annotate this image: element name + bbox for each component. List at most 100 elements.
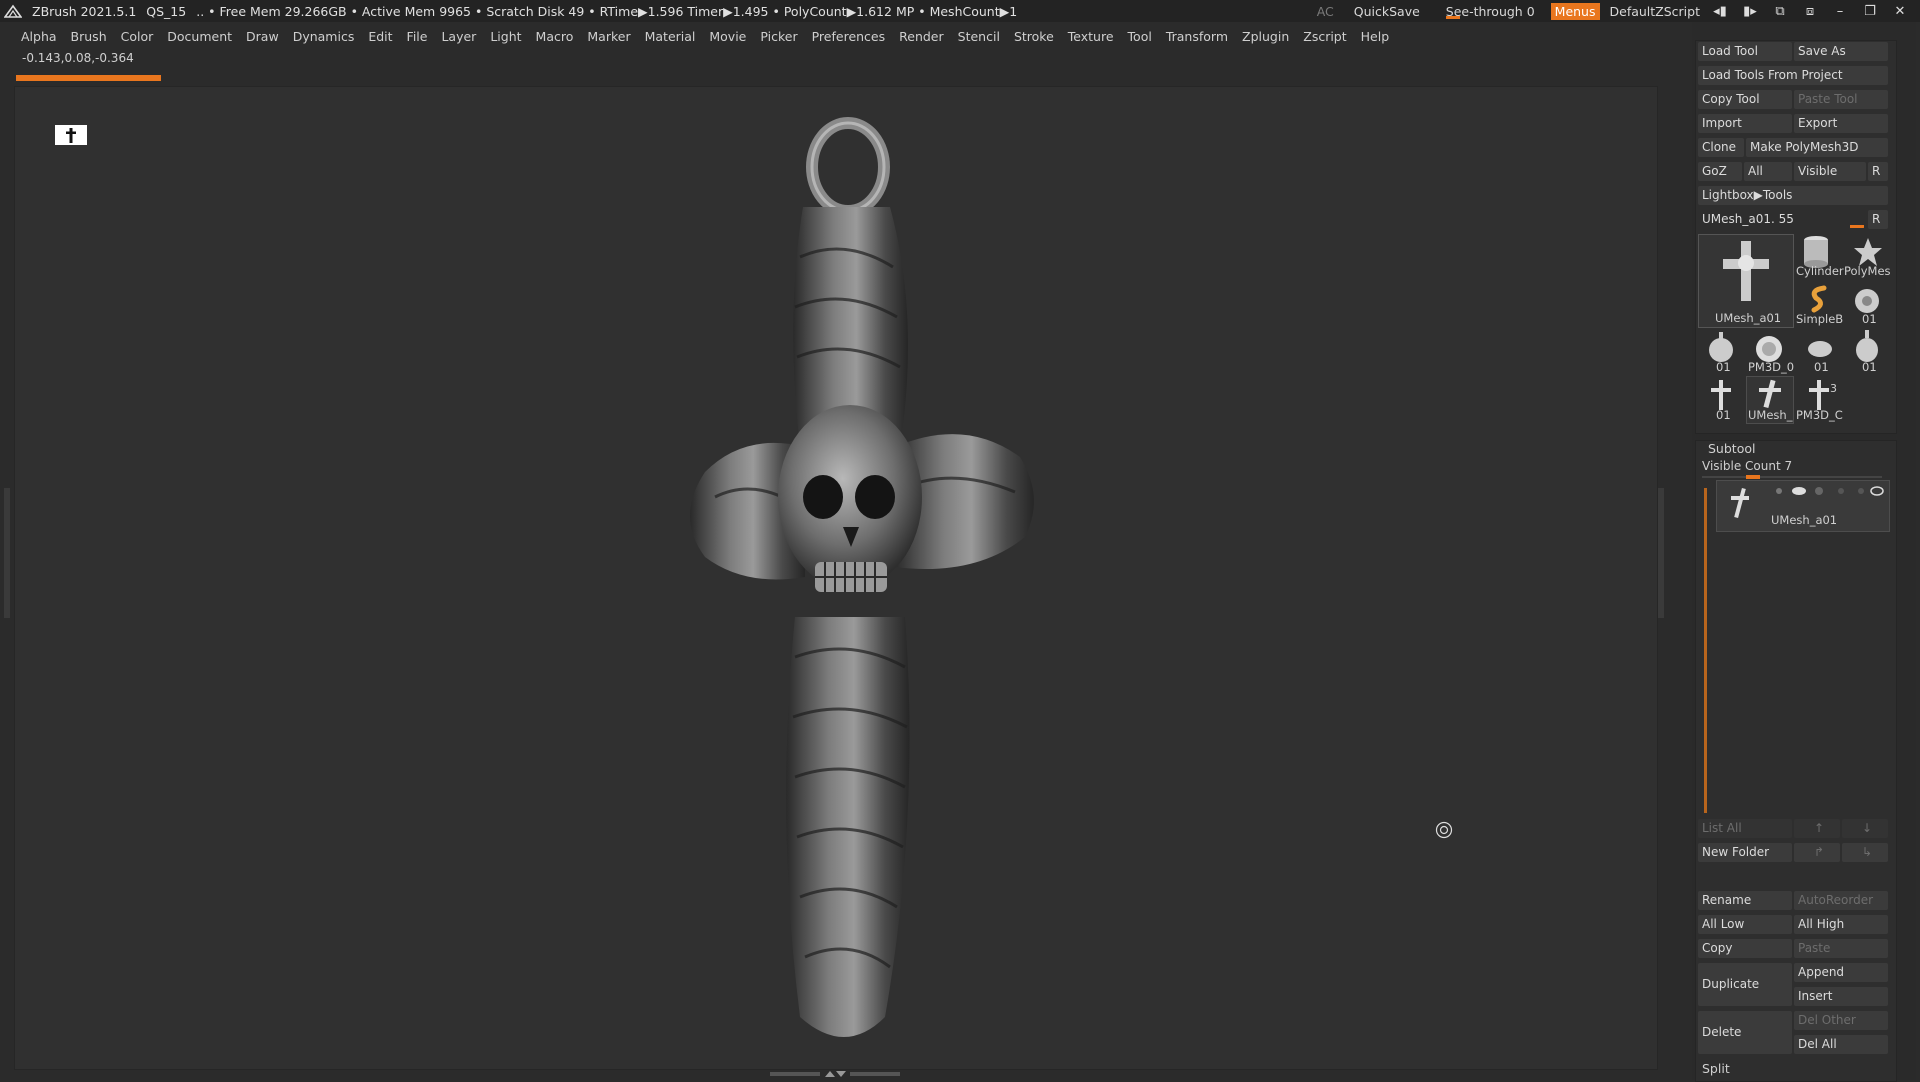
cursor-coordinates: -0.143,0.08,-0.364: [22, 51, 134, 65]
layout-right-icon[interactable]: ▮▸: [1740, 4, 1760, 19]
del-all-button[interactable]: Del All: [1794, 1035, 1888, 1054]
menu-preferences[interactable]: Preferences: [805, 29, 893, 44]
subtool-item-name: UMesh_a01: [1771, 513, 1838, 527]
all-low-button[interactable]: All Low: [1698, 915, 1792, 934]
menus-toggle[interactable]: Menus: [1550, 2, 1600, 20]
navigation-thumbnail[interactable]: [55, 125, 87, 145]
copy-tool-button[interactable]: Copy Tool: [1698, 90, 1792, 109]
tool-slot-label: SimpleB: [1796, 312, 1844, 326]
see-through-slider[interactable]: See-through 0: [1440, 4, 1541, 19]
subtool-list-scrollbar[interactable]: [1704, 488, 1707, 813]
ac-toggle[interactable]: AC: [1317, 4, 1334, 19]
menu-color[interactable]: Color: [114, 29, 161, 44]
cross-pm3d-thumbnail-icon[interactable]: [1806, 378, 1832, 412]
duplicate-button[interactable]: Duplicate: [1698, 963, 1792, 1006]
menu-stroke[interactable]: Stroke: [1007, 29, 1061, 44]
menu-picker[interactable]: Picker: [753, 29, 804, 44]
menu-transform[interactable]: Transform: [1159, 29, 1235, 44]
document-canvas[interactable]: [14, 86, 1658, 1070]
menu-help[interactable]: Help: [1354, 29, 1397, 44]
menu-layer[interactable]: Layer: [434, 29, 483, 44]
tool-r-button[interactable]: R: [1868, 210, 1888, 229]
load-tool-button[interactable]: Load Tool: [1698, 42, 1792, 61]
goz-button[interactable]: GoZ: [1698, 162, 1742, 181]
import-button[interactable]: Import: [1698, 114, 1792, 133]
tool-slot-label: UMesh_a01: [1715, 311, 1782, 325]
new-folder-button[interactable]: New Folder: [1698, 843, 1792, 862]
load-tools-from-project-button[interactable]: Load Tools From Project: [1698, 66, 1888, 85]
menu-brush[interactable]: Brush: [64, 29, 114, 44]
append-button[interactable]: Append: [1794, 963, 1888, 982]
menu-document[interactable]: Document: [160, 29, 239, 44]
move-down-arrow-icon[interactable]: ↓: [1842, 819, 1888, 838]
menu-texture[interactable]: Texture: [1061, 29, 1121, 44]
skull-cross-model[interactable]: [635, 117, 1065, 1047]
bottom-tray-handle[interactable]: [770, 1070, 900, 1078]
autoreorder-button[interactable]: AutoReorder: [1794, 891, 1888, 910]
copy-button[interactable]: Copy: [1698, 939, 1792, 958]
minimize-icon[interactable]: –: [1830, 4, 1850, 19]
tool-slot-umesh-main[interactable]: UMesh_a01: [1698, 234, 1794, 328]
tool-slot-count: 3: [1830, 382, 1837, 395]
export-button[interactable]: Export: [1794, 114, 1888, 133]
layout-float-icon[interactable]: ⧈: [1800, 4, 1820, 19]
folder-down-icon[interactable]: ↳: [1842, 843, 1888, 862]
menu-stencil[interactable]: Stencil: [951, 29, 1007, 44]
goz-all-button[interactable]: All: [1744, 162, 1792, 181]
menu-marker[interactable]: Marker: [580, 29, 637, 44]
quicksave-button[interactable]: QuickSave: [1344, 4, 1430, 19]
menu-movie[interactable]: Movie: [702, 29, 753, 44]
make-polymesh3d-button[interactable]: Make PolyMesh3D: [1746, 138, 1888, 157]
paste-button[interactable]: Paste: [1794, 939, 1888, 958]
restore-icon[interactable]: ❐: [1860, 4, 1880, 19]
cross-model-thumbnail-icon: [1723, 241, 1769, 301]
delete-button[interactable]: Delete: [1698, 1011, 1792, 1054]
list-all-button[interactable]: List All: [1698, 819, 1792, 838]
tool-slot-label: 01: [1862, 360, 1877, 374]
menu-alpha[interactable]: Alpha: [14, 29, 64, 44]
right-tray-handle[interactable]: [1658, 488, 1664, 618]
menu-dynamics[interactable]: Dynamics: [286, 29, 362, 44]
current-tool-slider[interactable]: UMesh_a01. 55: [1698, 210, 1864, 229]
subtool-item[interactable]: UMesh_a01: [1716, 480, 1890, 532]
tool-slot-label: PM3D_0: [1748, 360, 1795, 374]
menu-tool[interactable]: Tool: [1121, 29, 1159, 44]
menu-light[interactable]: Light: [483, 29, 528, 44]
insert-button[interactable]: Insert: [1794, 987, 1888, 1006]
layout-left-icon[interactable]: ◂▮: [1710, 4, 1730, 19]
subtool-title[interactable]: Subtool: [1708, 441, 1755, 456]
del-other-button[interactable]: Del Other: [1794, 1011, 1888, 1030]
menu-zscript[interactable]: Zscript: [1296, 29, 1353, 44]
visible-count-slider[interactable]: [1702, 475, 1882, 479]
goz-r-button[interactable]: R: [1868, 162, 1888, 181]
menu-draw[interactable]: Draw: [239, 29, 286, 44]
subtool-toggle-icons[interactable]: [1773, 485, 1885, 497]
zbrush-logo-icon: [4, 4, 22, 18]
leaf-thumbnail-icon[interactable]: [1806, 338, 1834, 360]
rename-button[interactable]: Rename: [1698, 891, 1792, 910]
menu-file[interactable]: File: [400, 29, 435, 44]
clone-button[interactable]: Clone: [1698, 138, 1744, 157]
all-high-button[interactable]: All High: [1794, 915, 1888, 934]
menu-edit[interactable]: Edit: [361, 29, 399, 44]
goz-visible-button[interactable]: Visible: [1794, 162, 1866, 181]
close-icon[interactable]: ✕: [1890, 4, 1910, 19]
visible-count-label: Visible Count 7: [1702, 459, 1793, 473]
menu-macro[interactable]: Macro: [529, 29, 581, 44]
split-section-header[interactable]: Split: [1702, 1061, 1730, 1076]
menu-zplugin[interactable]: Zplugin: [1235, 29, 1296, 44]
default-script-button[interactable]: DefaultZScript: [1610, 4, 1701, 19]
cross-small-thumbnail-icon[interactable]: [1708, 378, 1734, 412]
skull-pendant-thumbnail-icon[interactable]: [1852, 330, 1882, 364]
save-as-button[interactable]: Save As: [1794, 42, 1888, 61]
move-up-arrow-icon[interactable]: ↑: [1794, 819, 1840, 838]
menu-material[interactable]: Material: [638, 29, 703, 44]
app-version: ZBrush 2021.5.1: [32, 3, 137, 19]
paste-tool-button[interactable]: Paste Tool: [1794, 90, 1888, 109]
folder-up-icon[interactable]: ↱: [1794, 843, 1840, 862]
left-tray-handle[interactable]: [4, 488, 10, 618]
lightbox-tools-button[interactable]: Lightbox▶Tools: [1698, 186, 1888, 205]
menu-render[interactable]: Render: [892, 29, 951, 44]
simplebrush-thumbnail-icon[interactable]: [1806, 284, 1832, 314]
layout-swap-icon[interactable]: ⧉: [1770, 4, 1790, 19]
